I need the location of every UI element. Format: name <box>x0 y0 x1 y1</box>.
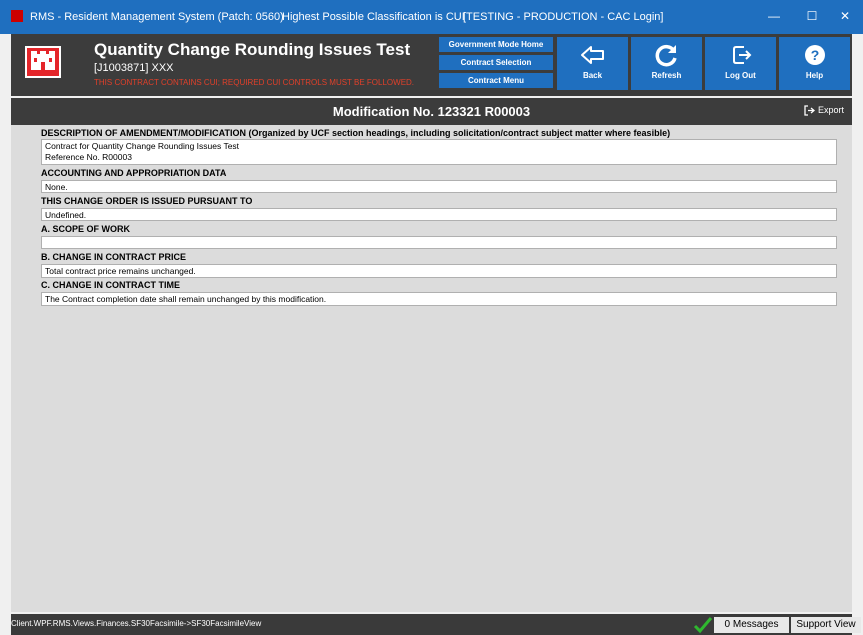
accounting-heading: ACCOUNTING AND APPROPRIATION DATA <box>41 168 227 178</box>
refresh-button[interactable]: Refresh <box>631 37 702 90</box>
scope-field <box>41 236 837 249</box>
price-field: Total contract price remains unchanged. <box>41 264 837 278</box>
environment-text: [TESTING - PRODUCTION - CAC Login] <box>463 11 664 23</box>
export-label: Export <box>817 105 844 115</box>
description-heading: DESCRIPTION OF AMENDMENT/MODIFICATION (O… <box>41 128 671 138</box>
time-field: The Contract completion date shall remai… <box>41 292 837 306</box>
modification-bar: Modification No. 123321 R00003 Export <box>11 98 852 125</box>
nav-buttons: Government Mode Home Contract Selection … <box>439 37 553 91</box>
export-button[interactable]: Export <box>804 105 844 116</box>
help-icon: ? <box>804 45 825 65</box>
pursuant-field: Undefined. <box>41 208 837 221</box>
app-logo-icon <box>11 10 23 22</box>
logout-label: Log Out <box>725 71 756 80</box>
contract-menu-button[interactable]: Contract Menu <box>439 73 553 88</box>
checkmark-icon <box>693 617 713 634</box>
time-heading: C. CHANGE IN CONTRACT TIME <box>41 280 180 290</box>
window-titlebar: RMS - Resident Management System (Patch:… <box>0 0 863 34</box>
price-value: Total contract price remains unchanged. <box>45 266 196 276</box>
time-value: The Contract completion date shall remai… <box>45 294 327 304</box>
back-button[interactable]: Back <box>557 37 628 90</box>
price-heading: B. CHANGE IN CONTRACT PRICE <box>41 252 187 262</box>
pursuant-value: Undefined. <box>45 210 87 220</box>
scope-heading: A. SCOPE OF WORK <box>41 224 131 234</box>
cui-warning: THIS CONTRACT CONTAINS CUI; REQUIRED CUI… <box>94 78 415 87</box>
view-path: Client.WPF.RMS.Views.Finances.SF30Facsim… <box>11 619 262 628</box>
logout-button[interactable]: Log Out <box>705 37 776 90</box>
back-arrow-icon <box>580 46 604 64</box>
classification-text: Highest Possible Classification is CUI <box>282 11 465 23</box>
status-bar: Client.WPF.RMS.Views.Finances.SF30Facsim… <box>11 614 861 635</box>
help-button[interactable]: ? Help <box>779 37 850 90</box>
export-icon <box>804 105 815 116</box>
help-label: Help <box>805 71 824 80</box>
description-line: Contract for Quantity Change Rounding Is… <box>45 141 240 151</box>
facsimile-content: DESCRIPTION OF AMENDMENT/MODIFICATION (O… <box>11 125 852 612</box>
app-title: RMS - Resident Management System (Patch:… <box>30 11 284 23</box>
contract-title: Quantity Change Rounding Issues Test <box>94 40 411 59</box>
close-button[interactable]: ✕ <box>835 8 855 24</box>
accounting-value: None. <box>45 182 68 192</box>
svg-text:?: ? <box>810 47 819 63</box>
contract-header: Quantity Change Rounding Issues Test [J1… <box>11 34 852 96</box>
description-line: Reference No. R00003 <box>45 152 132 162</box>
government-mode-home-button[interactable]: Government Mode Home <box>439 37 553 52</box>
logout-icon <box>732 46 751 64</box>
description-field: Contract for Quantity Change Rounding Is… <box>41 139 837 165</box>
refresh-icon <box>655 44 677 67</box>
support-view-button[interactable]: Support View <box>791 617 861 633</box>
messages-button[interactable]: 0 Messages <box>714 617 789 633</box>
maximize-button[interactable]: ☐ <box>802 8 822 24</box>
refresh-label: Refresh <box>651 71 682 80</box>
pursuant-heading: THIS CHANGE ORDER IS ISSUED PURSUANT TO <box>41 196 253 206</box>
contract-selection-button[interactable]: Contract Selection <box>439 55 553 70</box>
usace-castle-logo <box>25 46 61 78</box>
accounting-field: None. <box>41 180 837 193</box>
back-label: Back <box>582 71 603 80</box>
modification-title: Modification No. 123321 R00003 <box>332 104 531 119</box>
minimize-button[interactable]: — <box>764 8 784 24</box>
contract-id: [J1003871] XXX <box>94 62 174 74</box>
